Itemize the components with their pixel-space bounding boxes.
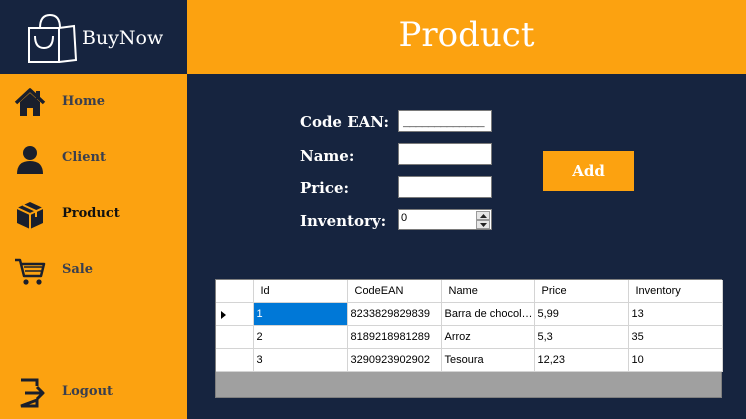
cart-icon — [15, 258, 46, 285]
column-header-id[interactable]: Id — [253, 280, 348, 303]
name-field[interactable] — [398, 143, 492, 165]
cell-price[interactable]: 12,23 — [534, 348, 629, 372]
chevron-down-icon — [480, 223, 487, 227]
cell-id[interactable]: 1 — [253, 302, 348, 326]
column-header-inventory[interactable]: Inventory — [628, 280, 723, 303]
add-button[interactable]: Add — [543, 151, 634, 191]
cell-codeean[interactable]: 8233829829839 — [347, 302, 442, 326]
logout-button[interactable]: Logout — [0, 374, 187, 414]
box-icon — [16, 202, 44, 229]
cell-name[interactable]: Barra de chocolate — [441, 302, 535, 326]
row-header-corner — [216, 280, 254, 303]
shopping-bag-icon — [28, 13, 78, 63]
sidebar-item-client[interactable]: Client — [0, 140, 187, 180]
table-row[interactable]: 1 8233829829839 Barra de chocolate 5,99 … — [216, 302, 723, 326]
header: Product — [187, 0, 746, 74]
row-header[interactable] — [216, 325, 254, 349]
inventory-stepper[interactable]: 0 — [398, 209, 492, 230]
code-ean-label: Code EAN: — [300, 113, 389, 131]
inventory-label: Inventory: — [300, 212, 387, 230]
cell-price[interactable]: 5,3 — [534, 325, 629, 349]
sidebar-item-label: Client — [62, 150, 106, 165]
sidebar-item-product[interactable]: Product — [0, 196, 187, 236]
cell-codeean[interactable]: 3290923902902 — [347, 348, 442, 372]
inventory-value: 0 — [401, 212, 408, 224]
user-icon — [17, 146, 43, 174]
stepper-down-button[interactable] — [476, 220, 490, 229]
home-icon — [14, 88, 46, 116]
sidebar: Home Client Product Sale Logout — [0, 74, 187, 419]
sidebar-item-label: Sale — [62, 262, 94, 277]
logo-area: BuyNow — [0, 0, 187, 74]
page-title: Product — [398, 15, 535, 55]
logout-icon — [20, 378, 45, 408]
current-row-arrow-icon — [221, 310, 226, 319]
price-label: Price: — [300, 179, 350, 197]
chevron-up-icon — [480, 214, 487, 218]
cell-inventory[interactable]: 10 — [628, 348, 723, 372]
grid-header-row: Id CodeEAN Name Price Inventory — [216, 280, 723, 303]
sidebar-item-sale[interactable]: Sale — [0, 252, 187, 292]
cell-name[interactable]: Tesoura — [441, 348, 535, 372]
table-row[interactable]: 3 3290923902902 Tesoura 12,23 10 — [216, 348, 723, 372]
column-header-name[interactable]: Name — [441, 280, 535, 303]
sidebar-item-home[interactable]: Home — [0, 84, 187, 124]
sidebar-item-label: Product — [62, 206, 120, 221]
logout-label: Logout — [62, 384, 114, 399]
code-ean-mask: _____________ — [403, 116, 485, 130]
name-label: Name: — [300, 147, 355, 165]
row-header[interactable] — [216, 302, 254, 326]
cell-id[interactable]: 2 — [253, 325, 348, 349]
row-header[interactable] — [216, 348, 254, 372]
cell-inventory[interactable]: 35 — [628, 325, 723, 349]
column-header-price[interactable]: Price — [534, 280, 629, 303]
cell-inventory[interactable]: 13 — [628, 302, 723, 326]
app-name: BuyNow — [82, 27, 164, 49]
cell-name[interactable]: Arroz — [441, 325, 535, 349]
stepper-up-button[interactable] — [476, 211, 490, 220]
table-row[interactable]: 2 8189218981289 Arroz 5,3 35 — [216, 325, 723, 349]
sidebar-item-label: Home — [62, 94, 105, 109]
product-grid[interactable]: Id CodeEAN Name Price Inventory 1 823382… — [215, 279, 723, 398]
price-field[interactable] — [398, 176, 492, 198]
cell-id[interactable]: 3 — [253, 348, 348, 372]
cell-price[interactable]: 5,99 — [534, 302, 629, 326]
cell-codeean[interactable]: 8189218981289 — [347, 325, 442, 349]
column-header-codeean[interactable]: CodeEAN — [347, 280, 442, 303]
